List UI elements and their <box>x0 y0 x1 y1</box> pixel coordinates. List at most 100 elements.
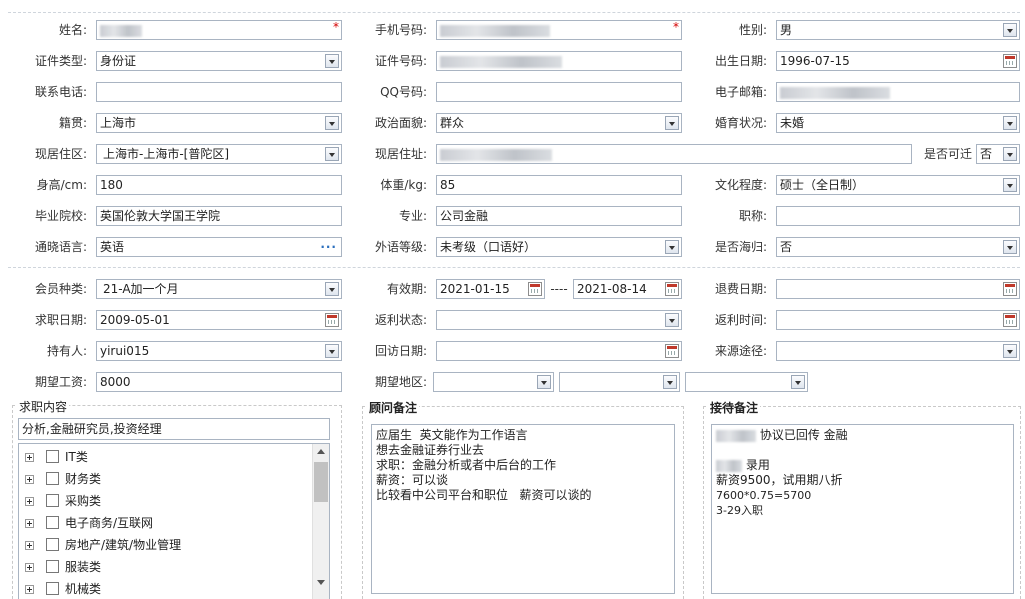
expand-icon[interactable] <box>25 519 34 528</box>
tree-scrollbar[interactable] <box>312 444 329 599</box>
school-value: 英国伦敦大学国王学院 <box>100 209 221 223</box>
chevron-down-icon[interactable] <box>663 375 677 389</box>
tree-item-label: 财务类 <box>65 472 102 486</box>
contact-phone-input[interactable] <box>96 82 342 102</box>
region-city-select[interactable] <box>559 372 680 392</box>
salary-input[interactable]: 8000 <box>96 372 342 392</box>
email-input[interactable] <box>776 82 1020 102</box>
rebate-status-select[interactable] <box>436 310 682 330</box>
marital-select[interactable]: 未婚 <box>776 113 1020 133</box>
phone-input[interactable]: * <box>436 20 682 40</box>
checkbox[interactable] <box>46 538 59 551</box>
calendar-icon[interactable] <box>325 313 339 327</box>
native-select[interactable]: 上海市 <box>96 113 342 133</box>
job-summary-field[interactable]: 分析,金融研究员,投资经理 <box>18 418 330 440</box>
chevron-down-icon[interactable] <box>1003 240 1017 254</box>
chevron-down-icon[interactable] <box>1003 23 1017 37</box>
qq-label: QQ号码: <box>380 85 427 99</box>
chevron-down-icon[interactable] <box>325 147 339 161</box>
checkbox[interactable] <box>46 582 59 595</box>
checkbox[interactable] <box>46 450 59 463</box>
school-input[interactable]: 英国伦敦大学国王学院 <box>96 206 342 226</box>
returnee-select[interactable]: 否 <box>776 237 1020 257</box>
edu-label: 文化程度: <box>714 178 767 192</box>
chevron-down-icon[interactable] <box>1003 344 1017 358</box>
chevron-down-icon[interactable] <box>325 344 339 358</box>
salary-label: 期望工资: <box>34 375 87 389</box>
rebate-time-input[interactable] <box>776 310 1020 330</box>
redacted-text <box>440 55 562 68</box>
job-date-input[interactable]: 2009-05-01 <box>96 310 342 330</box>
chevron-down-icon[interactable] <box>665 116 679 130</box>
member-label: 会员种类: <box>34 282 87 296</box>
scroll-up-icon[interactable] <box>317 449 325 454</box>
region-province-select[interactable] <box>433 372 554 392</box>
chevron-down-icon[interactable] <box>325 282 339 296</box>
title-input[interactable] <box>776 206 1020 226</box>
chevron-down-icon[interactable] <box>325 116 339 130</box>
relocate-select[interactable]: 否 <box>976 144 1020 164</box>
chevron-down-icon[interactable] <box>665 240 679 254</box>
calendar-icon[interactable] <box>665 344 679 358</box>
chevron-down-icon[interactable] <box>1003 116 1017 130</box>
holder-label: 持有人: <box>46 344 87 358</box>
rebate-time-label: 返利时间: <box>714 313 767 327</box>
gender-value: 男 <box>780 23 793 37</box>
calendar-icon[interactable] <box>528 282 542 296</box>
expand-icon[interactable] <box>25 475 34 484</box>
checkbox[interactable] <box>46 494 59 507</box>
idno-input[interactable] <box>436 51 682 71</box>
residence-value: 上海市-上海市-[普陀区] <box>103 147 230 161</box>
expand-icon[interactable] <box>25 585 34 594</box>
weight-input[interactable]: 85 <box>436 175 682 195</box>
reception-notes-textarea[interactable]: 协议已回传 金融 录用 薪资9500，试用期八折 7600*0.75=5700 … <box>711 424 1014 594</box>
visit-date-input[interactable] <box>436 341 682 361</box>
scrollbar-thumb[interactable] <box>314 462 328 502</box>
source-select[interactable] <box>776 341 1020 361</box>
relocate-value: 否 <box>980 147 993 161</box>
residence-select[interactable]: 上海市-上海市-[普陀区] <box>96 144 342 164</box>
checkbox[interactable] <box>46 560 59 573</box>
redacted-text <box>780 86 890 99</box>
scroll-down-icon[interactable] <box>317 580 325 585</box>
chevron-down-icon[interactable] <box>791 375 805 389</box>
expand-icon[interactable] <box>25 563 34 572</box>
idtype-select[interactable]: 身份证 <box>96 51 342 71</box>
qq-input[interactable] <box>436 82 682 102</box>
holder-select[interactable]: yirui015 <box>96 341 342 361</box>
major-input[interactable]: 公司金融 <box>436 206 682 226</box>
more-icon[interactable]: ··· <box>320 238 337 256</box>
expand-icon[interactable] <box>25 541 34 550</box>
calendar-icon[interactable] <box>665 282 679 296</box>
refund-date-input[interactable] <box>776 279 1020 299</box>
valid-from-input[interactable]: 2021-01-15 <box>436 279 545 299</box>
lang-picker[interactable]: 英语 ··· <box>96 237 342 257</box>
chevron-down-icon[interactable] <box>537 375 551 389</box>
chevron-down-icon[interactable] <box>325 54 339 68</box>
gender-select[interactable]: 男 <box>776 20 1020 40</box>
name-input[interactable]: * <box>96 20 342 40</box>
chevron-down-icon[interactable] <box>1003 147 1017 161</box>
height-input[interactable]: 180 <box>96 175 342 195</box>
calendar-icon[interactable] <box>1003 282 1017 296</box>
valid-to-input[interactable]: 2021-08-14 <box>573 279 682 299</box>
calendar-icon[interactable] <box>1003 54 1017 68</box>
region-district-select[interactable] <box>685 372 808 392</box>
chevron-down-icon[interactable] <box>1003 178 1017 192</box>
birth-date-input[interactable]: 1996-07-15 <box>776 51 1020 71</box>
calendar-icon[interactable] <box>1003 313 1017 327</box>
advisor-notes-textarea[interactable]: 应届生 英文能作为工作语言 想去金融证券行业去 求职：金融分析或者中后台的工作 … <box>371 424 675 594</box>
checkbox[interactable] <box>46 516 59 529</box>
chevron-down-icon[interactable] <box>665 313 679 327</box>
refund-date-label: 退费日期: <box>714 282 767 296</box>
expand-icon[interactable] <box>25 453 34 462</box>
edu-select[interactable]: 硕士（全日制） <box>776 175 1020 195</box>
address-input[interactable] <box>436 144 912 164</box>
expand-icon[interactable] <box>25 497 34 506</box>
member-select[interactable]: 21-A加一个月 <box>96 279 342 299</box>
holder-value: yirui015 <box>100 344 150 358</box>
lang-level-select[interactable]: 未考级（口语好） <box>436 237 682 257</box>
address-label: 现居住址: <box>374 147 427 161</box>
checkbox[interactable] <box>46 472 59 485</box>
political-select[interactable]: 群众 <box>436 113 682 133</box>
